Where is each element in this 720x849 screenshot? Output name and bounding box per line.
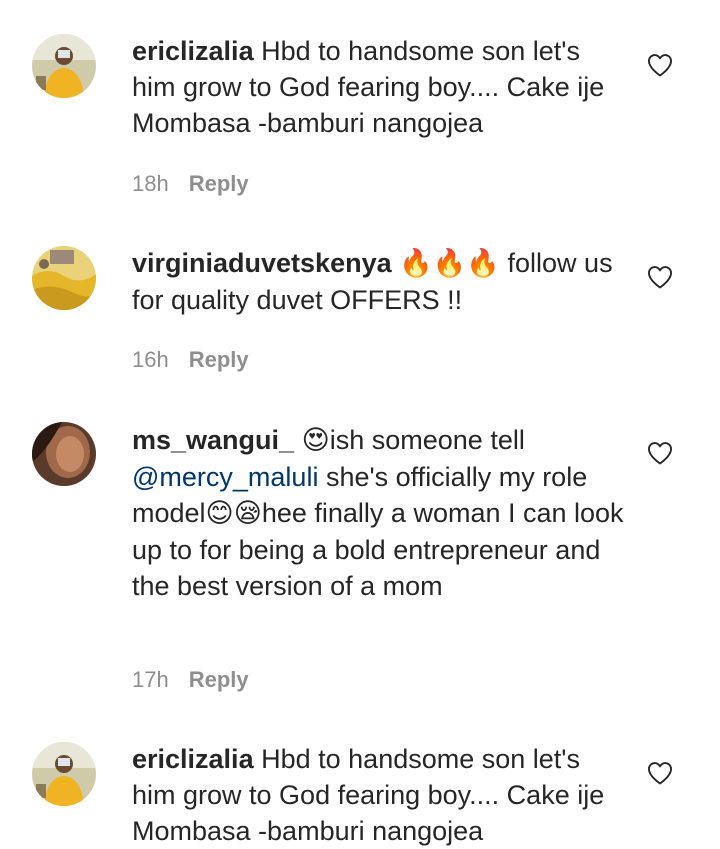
comment-time: 16h [132, 347, 169, 372]
avatar[interactable] [32, 422, 96, 486]
comment-username[interactable]: ericlizalia [132, 744, 254, 774]
comment-meta: 17h Reply [132, 665, 249, 695]
avatar[interactable] [32, 34, 96, 98]
reply-button[interactable]: Reply [189, 171, 249, 196]
profile-photo-icon [32, 742, 96, 806]
comment-time: 18h [132, 171, 169, 196]
avatar[interactable] [32, 742, 96, 806]
reply-button[interactable]: Reply [189, 667, 249, 692]
profile-photo-icon [32, 246, 96, 310]
comment-text: ericlizalia Hbd to handsome son let's hi… [132, 33, 627, 141]
heart-outline-icon[interactable] [646, 263, 674, 291]
reply-button[interactable]: Reply [189, 347, 249, 372]
comment-meta: 18h Reply [132, 169, 249, 199]
comment-text: ericlizalia Hbd to handsome son let's hi… [132, 741, 627, 849]
heart-outline-icon[interactable] [646, 51, 674, 79]
fire-emoji: 🔥🔥🔥 [399, 248, 500, 279]
comment-username[interactable]: virginiaduvetskenya [132, 248, 392, 278]
comment-time: 17h [132, 667, 169, 692]
mention-link[interactable]: @mercy_maluli [132, 462, 318, 492]
comment-body: ish someone tell [329, 425, 525, 455]
profile-photo-icon [32, 422, 96, 486]
avatar[interactable] [32, 246, 96, 310]
comment-username[interactable]: ericlizalia [132, 36, 254, 66]
heart-outline-icon[interactable] [646, 759, 674, 787]
comment-text: virginiaduvetskenya 🔥🔥🔥 follow us for qu… [132, 245, 627, 318]
smile-sleepy-emoji: 😊😪 [205, 498, 262, 529]
profile-photo-icon [32, 34, 96, 98]
comment-username[interactable]: ms_wangui_ [132, 425, 294, 455]
comment-text: ms_wangui_ 😍ish someone tell @mercy_malu… [132, 422, 627, 604]
comment-meta: 16h Reply [132, 345, 249, 375]
heart-eyes-emoji: 😍 [301, 425, 330, 456]
heart-outline-icon[interactable] [646, 439, 674, 467]
